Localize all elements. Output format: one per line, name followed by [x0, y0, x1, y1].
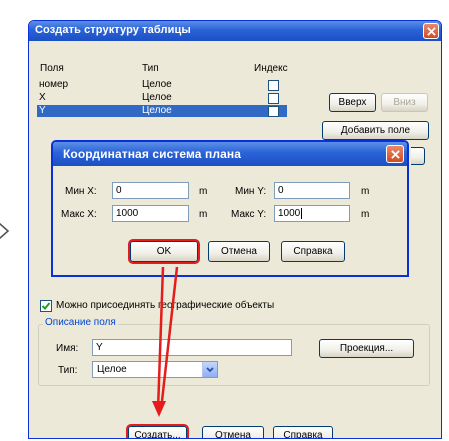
- column-header-fields: Поля: [40, 63, 64, 74]
- move-up-button[interactable]: Вверх: [329, 93, 376, 112]
- max-x-input[interactable]: 1000: [112, 205, 189, 222]
- max-x-value: 1000: [116, 208, 139, 219]
- field-row-nomer[interactable]: номер Целое: [39, 79, 284, 91]
- field-name-input[interactable]: Y: [92, 339, 292, 356]
- field-type: Целое: [142, 92, 172, 103]
- max-y-value: 1000: [278, 208, 301, 219]
- field-type: Целое: [142, 105, 172, 116]
- field-name: номер: [39, 79, 69, 90]
- dialog-help-button[interactable]: Справка: [281, 241, 345, 262]
- field-type-label: Тип:: [58, 365, 78, 376]
- main-titlebar: Создать структуру таблицы: [29, 21, 441, 41]
- create-button[interactable]: Создать...: [128, 426, 187, 438]
- column-header-index: Индекс: [254, 63, 288, 74]
- index-checkbox[interactable]: [268, 106, 279, 117]
- unit-label: m: [361, 186, 370, 197]
- max-x-label: Макс X:: [61, 209, 97, 220]
- add-field-button[interactable]: Добавить поле: [322, 121, 429, 140]
- coordinate-system-dialog: Координатная система плана Мин X: 0 m Ми…: [51, 140, 409, 277]
- max-y-label: Макс Y:: [231, 209, 267, 220]
- projection-button[interactable]: Проекция...: [319, 339, 414, 358]
- dialog-titlebar: Координатная система плана: [53, 142, 407, 166]
- dialog-title: Координатная система плана: [63, 147, 241, 161]
- text-caret: [301, 207, 303, 219]
- dialog-cancel-button[interactable]: Отмена: [208, 241, 270, 262]
- checkmark-icon: [41, 302, 51, 310]
- max-y-input[interactable]: 1000: [274, 205, 350, 222]
- field-name: X: [39, 92, 46, 103]
- dialog-close-button[interactable]: [386, 145, 404, 163]
- dropdown-button[interactable]: [202, 362, 217, 377]
- main-window-title: Создать структуру таблицы: [35, 24, 191, 36]
- min-y-input[interactable]: 0: [274, 182, 350, 199]
- side-chevron-icon: [0, 222, 10, 240]
- ok-button[interactable]: OK: [130, 241, 198, 262]
- field-type: Целое: [142, 79, 172, 90]
- move-down-button[interactable]: Вниз: [381, 93, 428, 112]
- min-y-label: Мин Y:: [235, 186, 267, 197]
- geo-objects-label: Можно присоединять географические объект…: [56, 300, 275, 311]
- min-y-value: 0: [278, 185, 284, 196]
- field-name: Y: [39, 105, 46, 116]
- field-type-select[interactable]: Целое: [92, 361, 218, 378]
- field-name-label: Имя:: [56, 343, 79, 354]
- min-x-input[interactable]: 0: [112, 182, 189, 199]
- column-header-type: Тип: [142, 63, 159, 74]
- chevron-down-icon: [206, 366, 214, 372]
- field-row-x[interactable]: X Целое: [39, 92, 284, 104]
- footer-help-button[interactable]: Справка: [273, 426, 333, 438]
- field-type-value: Целое: [97, 364, 127, 375]
- index-checkbox[interactable]: [268, 93, 279, 104]
- min-x-label: Мин X:: [65, 186, 97, 197]
- hidden-button-edge[interactable]: [411, 147, 425, 165]
- footer-cancel-button[interactable]: Отмена: [202, 426, 264, 438]
- unit-label: m: [199, 186, 208, 197]
- index-checkbox[interactable]: [268, 80, 279, 91]
- field-row-y[interactable]: Y Целое: [37, 105, 287, 117]
- field-name-value: Y: [96, 342, 103, 353]
- main-close-button[interactable]: [423, 23, 439, 39]
- min-x-value: 0: [116, 185, 122, 196]
- unit-label: m: [199, 209, 208, 220]
- field-description-legend: Описание поля: [43, 317, 118, 328]
- close-icon: [426, 26, 436, 36]
- geo-objects-checkbox[interactable]: [40, 300, 52, 312]
- close-icon: [390, 149, 400, 159]
- unit-label: m: [361, 209, 370, 220]
